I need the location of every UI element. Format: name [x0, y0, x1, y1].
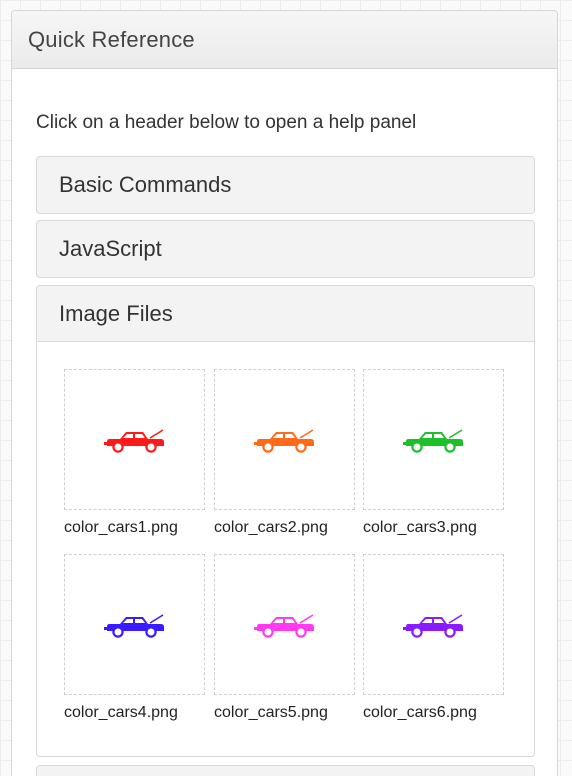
- car-icon: [103, 613, 164, 638]
- intro-text: Click on a header below to open a help p…: [36, 112, 417, 133]
- image-file-item[interactable]: color_cars4.png: [64, 554, 205, 722]
- image-file-item[interactable]: color_cars3.png: [363, 369, 504, 537]
- car-icon: [253, 613, 314, 638]
- image-thumbnail[interactable]: [363, 554, 504, 695]
- accordion-header-basic-commands[interactable]: Basic Commands: [37, 157, 534, 213]
- accordion-header-javascript[interactable]: JavaScript: [37, 221, 534, 277]
- image-file-item[interactable]: color_cars6.png: [363, 554, 504, 722]
- image-thumbnail[interactable]: [214, 554, 355, 695]
- image-thumbnail[interactable]: [363, 369, 504, 510]
- panel-title: Quick Reference: [28, 26, 195, 52]
- quick-reference-panel: Quick Reference Click on a header below …: [11, 10, 558, 776]
- accordion-javascript[interactable]: JavaScript: [36, 220, 535, 278]
- image-thumbnail[interactable]: [64, 369, 205, 510]
- image-file-name: color_cars1.png: [64, 519, 178, 536]
- image-file-name: color_cars2.png: [214, 519, 328, 536]
- image-thumbnail[interactable]: [214, 369, 355, 510]
- car-icon: [103, 428, 164, 453]
- image-file-name: color_cars4.png: [64, 704, 178, 721]
- panel-header: Quick Reference: [12, 11, 557, 69]
- image-file-grid: color_cars1.png color_cars2.png color_ca…: [37, 342, 534, 756]
- car-icon: [253, 428, 314, 453]
- car-icon: [402, 428, 463, 453]
- accordion-image-files: Image Files color_cars1.png color_cars2.…: [36, 285, 535, 757]
- image-file-item[interactable]: color_cars1.png: [64, 369, 205, 537]
- image-file-item[interactable]: color_cars2.png: [214, 369, 355, 537]
- image-file-name: color_cars6.png: [363, 704, 477, 721]
- car-icon: [402, 613, 463, 638]
- image-file-item[interactable]: color_cars5.png: [214, 554, 355, 722]
- image-file-name: color_cars3.png: [363, 519, 477, 536]
- accordion-basic-commands[interactable]: Basic Commands: [36, 156, 535, 214]
- accordion-header-image-files[interactable]: Image Files: [37, 286, 534, 342]
- image-thumbnail[interactable]: [64, 554, 205, 695]
- accordion-next-item[interactable]: [36, 765, 535, 776]
- image-file-name: color_cars5.png: [214, 704, 328, 721]
